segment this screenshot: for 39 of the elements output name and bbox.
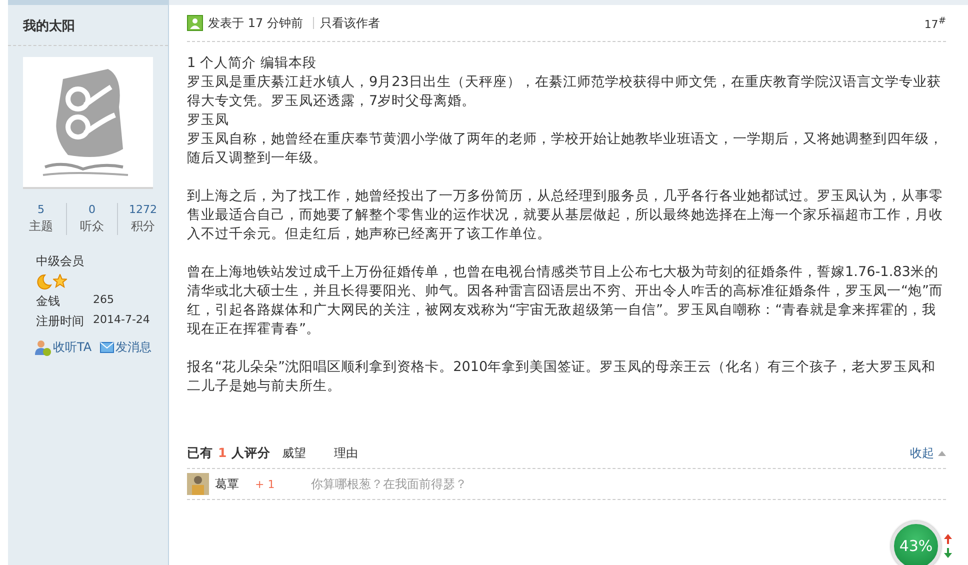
field-label: 金钱 [36,293,61,310]
message-link[interactable]: 发消息 [100,339,152,356]
post-time: 发表于 17 分钟前 [208,14,303,32]
star-icon [53,274,67,288]
column-header: 理由 [334,444,359,462]
field-value: 2014-7-24 [93,313,150,328]
member-rank: 中级会员 [36,253,85,270]
post-paragraph: 曾在上海地铁站发过成千上万份征婚传单，也曾在电视台情感类节目上公布七大极为苛刻的征婚条件，誓嫁1.76-1.83米的清华或北大硕士生，并且长得要阳光、帅气。因各种雷言囧语层出不穷、开出令人咋舌的高标准征婚条件，罗玉凤一“炮”而红，引起各路媒体和广大网民的关注，被网友戏称为“宇宙无敌超级第一自信”。罗玉凤自嘲称：“青春就是拿来挥霍的，我现在正在挥霍青春”。 [187,263,944,339]
collapse-link[interactable]: 收起 [910,444,946,462]
person-plus-icon [35,340,51,356]
user-icon [187,15,203,31]
rating-summary: 已有 1 人评分 [187,444,272,462]
post-paragraph: 罗玉凤自称，她曾经在重庆奉节黄泗小学做了两年的老师，学校开始让她教毕业班语文，一学期后，又将她调整到四年级，随后又调整到一年级。 [187,130,944,168]
post-paragraph: 到上海之后，为了找工作，她曾经投出了一万多份简历，从总经理到服务员，几乎各行各业她都试过。罗玉凤认为，从事零售业最适合自己，而她要了解整个零售业的运作状况，就要从基层做起，所以最终她选择在上海一个家乐福超市工作，月收入不过千余元。但走红后，她声称已经离开了该工作单位。 [187,187,944,244]
floor-number[interactable]: 17$^{#}$ [924,15,946,31]
column-header: 威望 [282,444,307,462]
field-value: 265 [93,293,114,308]
rater-name[interactable]: 葛覃 [215,476,239,492]
stat-value: 1272 [129,203,157,216]
author-only-link[interactable]: 只看该作者 [312,17,380,29]
stat-label: 听众 [80,218,104,235]
post-paragraph: 报名“花儿朵朵”沈阳唱区顺利拿到资格卡。2010年拿到美国签证。罗玉凤的母亲王云（化名）有三个孩子，老大罗玉凤和二儿子是她与前夫所生。 [187,358,937,396]
username: 我的太阳 [8,5,168,46]
post-paragraph: 罗玉凤 [187,111,230,130]
caret-up-icon [938,450,946,456]
post-paragraph: 罗玉凤是重庆綦江赶水镇人，9月23日出生（天秤座），在綦江师范学校获得中师文凭，在重庆教育学院汉语言文学专业获得大专文凭。罗玉凤还透露，7岁时父母离婚。 [187,73,942,111]
envelope-icon [100,342,114,353]
up-down-arrows-icon[interactable] [944,534,952,558]
stat-label: 主题 [29,218,53,235]
stat-value: 0 [88,203,96,216]
follow-link[interactable]: 收听TA [35,339,92,356]
post-paragraph: 1 个人简介 编辑本段 [187,54,318,73]
stat-value: 5 [38,203,44,216]
user-avatar [187,473,209,495]
stat-label: 积分 [131,218,155,235]
rating-score: + 1 [255,478,276,490]
rating-reason: 你算哪根葱？在我面前得瑟？ [311,476,467,492]
field-label: 注册时间 [36,313,85,330]
moon-icon [36,274,52,290]
